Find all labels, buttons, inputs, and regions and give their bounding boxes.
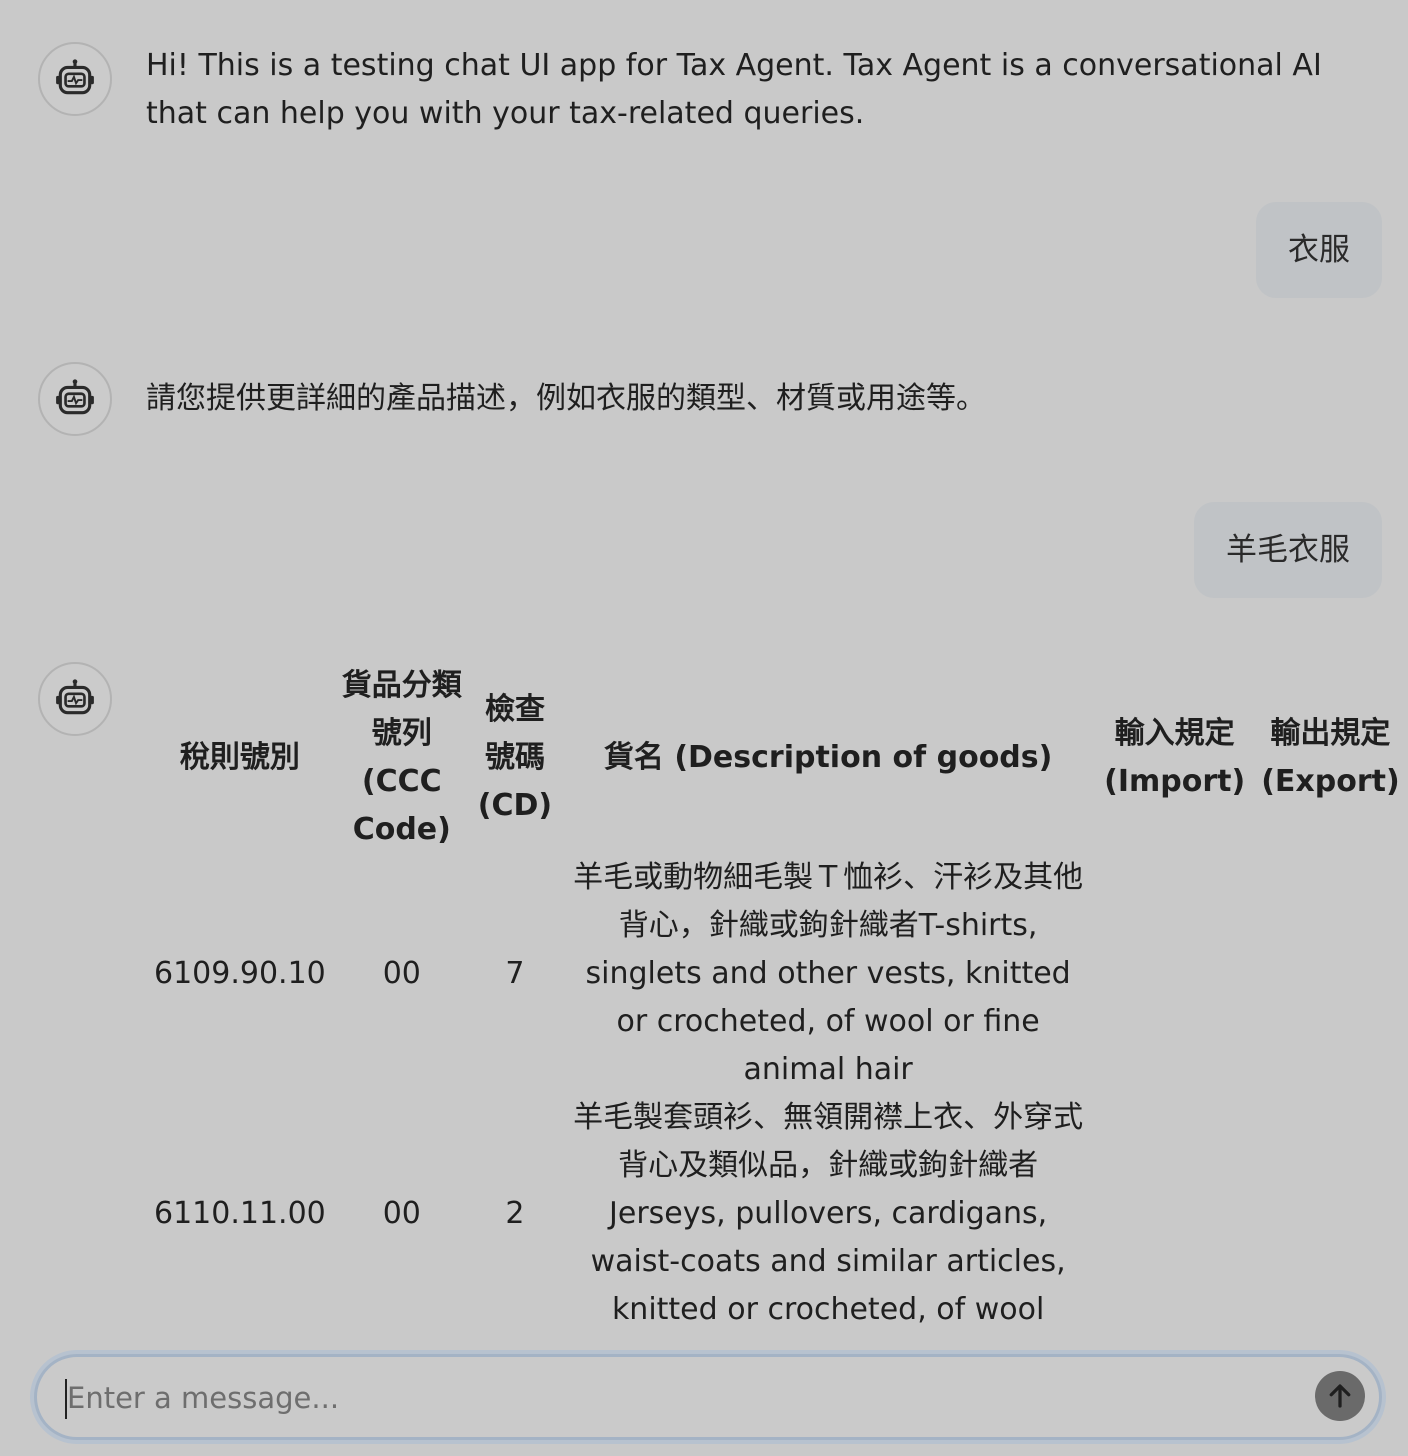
header-check-digit: 檢查號碼 (CD) xyxy=(477,692,553,823)
bot-avatar xyxy=(38,362,112,436)
cell-ccc-code: 00 xyxy=(382,956,421,991)
arrow-up-icon xyxy=(1329,1384,1351,1408)
send-button[interactable] xyxy=(1315,1371,1365,1421)
cell-ccc-code: 00 xyxy=(382,1196,421,1231)
cell-export xyxy=(1253,1094,1407,1334)
header-import: 輸入規定 (Import) xyxy=(1104,716,1246,799)
message-input[interactable] xyxy=(65,1357,1309,1439)
cell-check-digit: 2 xyxy=(505,1196,525,1231)
table-row: 6109.90.10 00 7 羊毛或動物細毛製Ｔ恤衫、汗衫及其他背心，針織或鉤… xyxy=(146,854,1408,1094)
cell-import xyxy=(1096,1094,1253,1334)
assistant-message: 請您提供更詳細的產品描述，例如衣服的類型、材質或用途等。 xyxy=(146,381,986,416)
cell-tariff-number: 6109.90.10 xyxy=(154,956,326,991)
cell-description: 羊毛製套頭衫、無領開襟上衣、外穿式背心及類似品，針織或鉤針織者Jerseys, … xyxy=(573,1100,1084,1327)
header-description: 貨名 (Description of goods) xyxy=(603,740,1053,775)
text-caret xyxy=(65,1379,67,1419)
tariff-table: 稅則號別 貨品分類號列 (CCC Code) 檢查號碼 (CD) 貨名 (Des… xyxy=(146,662,1408,1334)
bot-avatar xyxy=(38,662,112,736)
chat-window: Hi! This is a testing chat UI app for Ta… xyxy=(0,0,1408,1456)
assistant-message: Hi! This is a testing chat UI app for Ta… xyxy=(146,48,1322,131)
cell-check-digit: 7 xyxy=(505,956,525,991)
user-message: 衣服 xyxy=(1256,202,1382,298)
cell-export xyxy=(1253,854,1407,1094)
message-composer[interactable] xyxy=(34,1354,1382,1440)
header-tariff-number: 稅則號別 xyxy=(179,740,300,775)
header-export: 輸出規定 (Export) xyxy=(1261,716,1400,799)
user-message: 羊毛衣服 xyxy=(1194,502,1382,598)
cell-import xyxy=(1096,854,1253,1094)
robot-icon xyxy=(56,679,94,715)
table-header-row: 稅則號別 貨品分類號列 (CCC Code) 檢查號碼 (CD) 貨名 (Des… xyxy=(146,662,1408,854)
header-ccc-code: 貨品分類號列 (CCC Code) xyxy=(341,668,462,847)
table-row: 6110.11.00 00 2 羊毛製套頭衫、無領開襟上衣、外穿式背心及類似品，… xyxy=(146,1094,1408,1334)
robot-icon xyxy=(56,379,94,415)
robot-icon xyxy=(56,59,94,95)
cell-description: 羊毛或動物細毛製Ｔ恤衫、汗衫及其他背心，針織或鉤針織者T-shirts, sin… xyxy=(573,860,1084,1087)
cell-tariff-number: 6110.11.00 xyxy=(154,1196,326,1231)
bot-avatar xyxy=(38,42,112,116)
